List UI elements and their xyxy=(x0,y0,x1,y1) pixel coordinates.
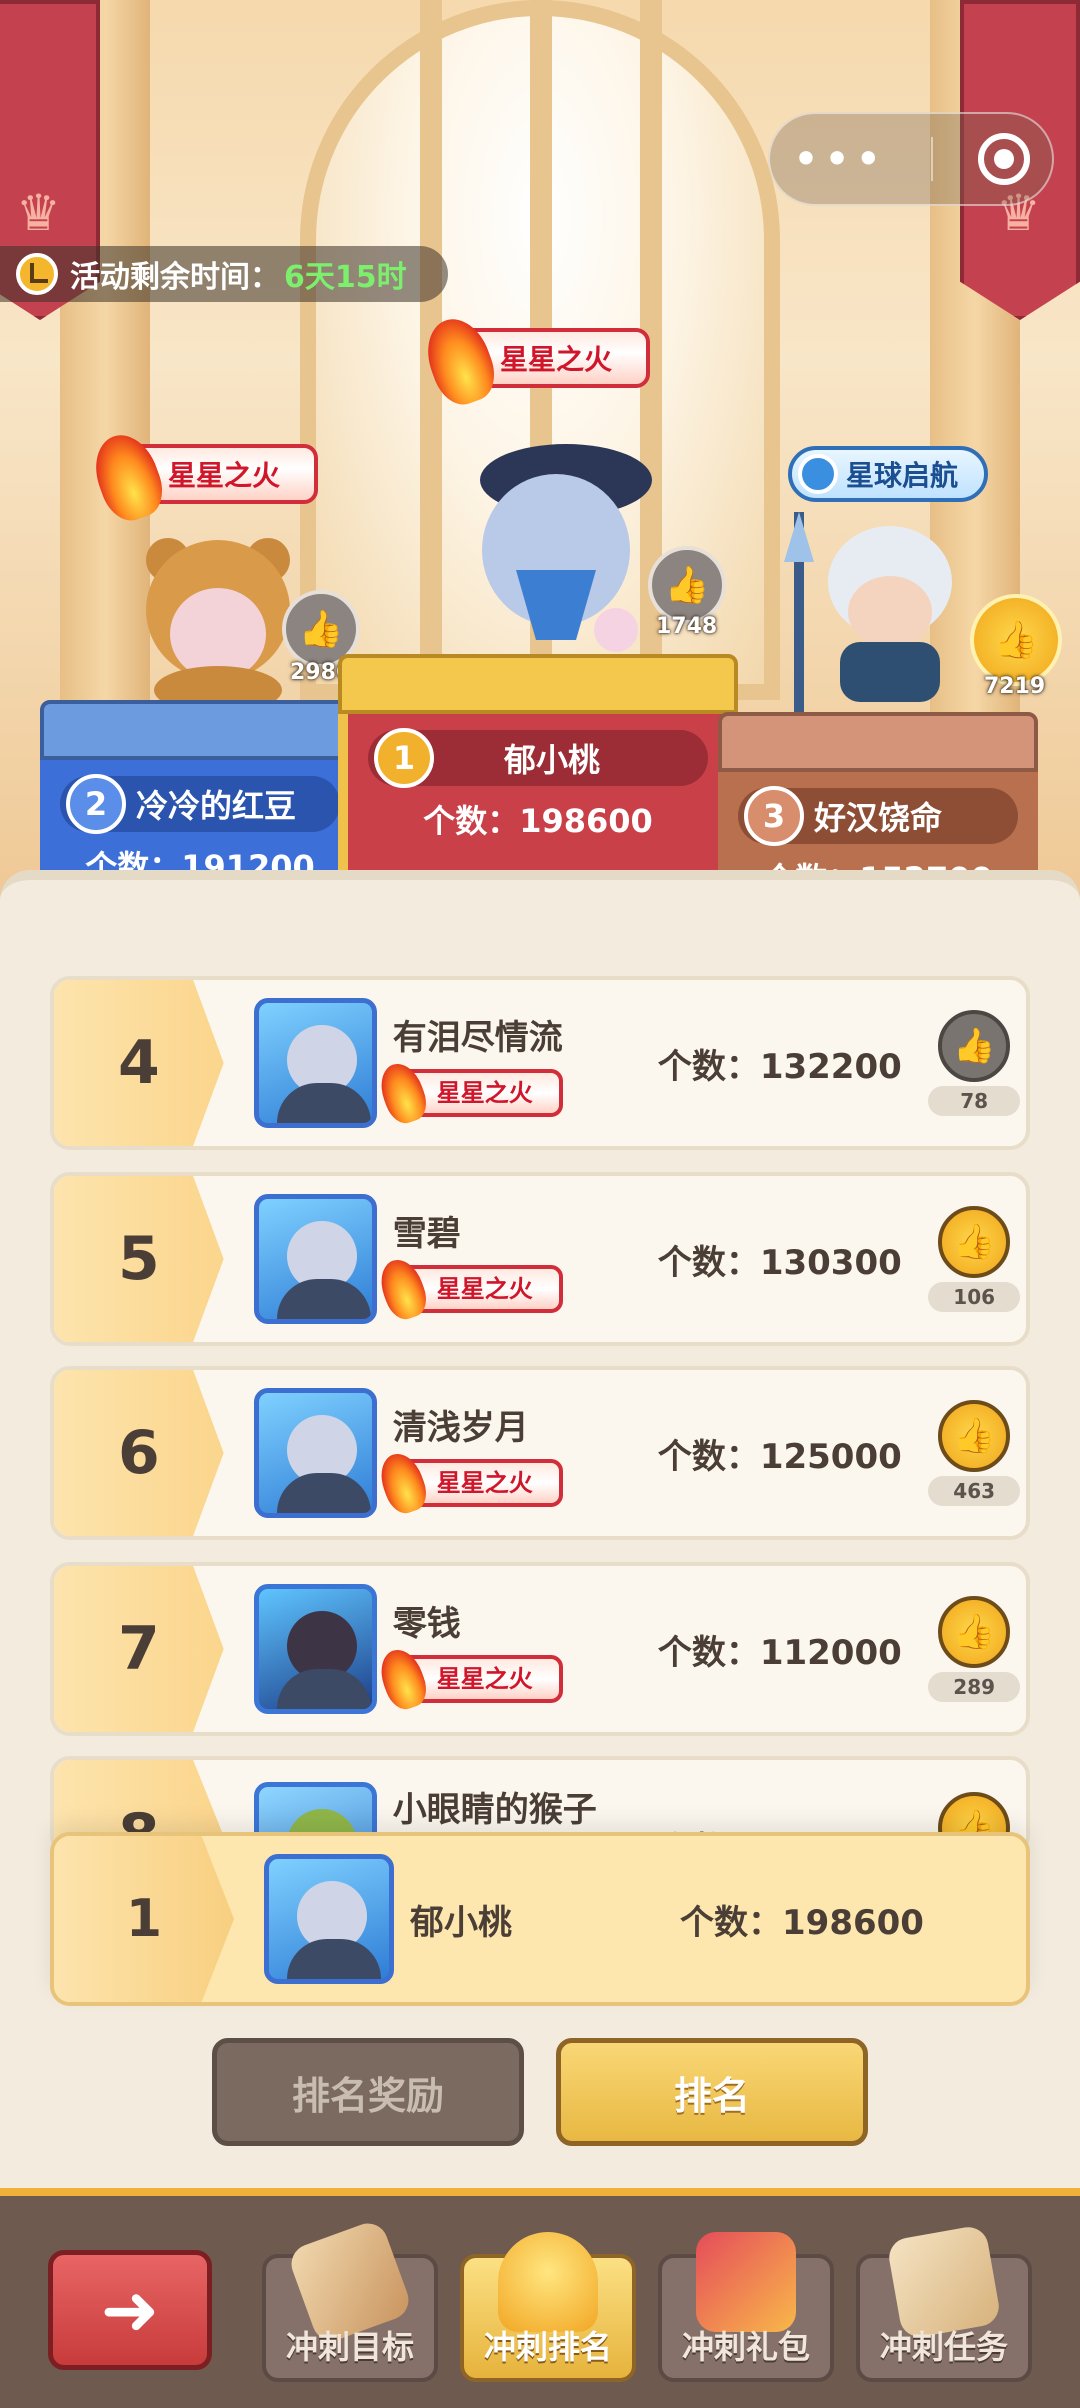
podium-first-name: 郁小桃 xyxy=(504,741,601,779)
close-miniprogram-icon[interactable] xyxy=(977,133,1030,185)
miniprogram-capsule: ••• xyxy=(768,112,1054,206)
like-thumb-icon[interactable]: 👍 xyxy=(938,1596,1011,1668)
like-button-first[interactable]: 👍 xyxy=(648,546,726,624)
flame-badge: 星星之火 xyxy=(392,1654,563,1703)
player-name: 清浅岁月 xyxy=(392,1407,529,1448)
like-count: 463 xyxy=(928,1476,1021,1506)
badge-label: 星星之火 xyxy=(500,343,613,376)
nav-label: 冲刺排名 xyxy=(483,2328,612,2366)
my-avatar xyxy=(264,1854,394,1984)
rank-medal-third: 3 xyxy=(744,786,804,846)
player-avatar[interactable] xyxy=(253,1388,377,1518)
ranking-row: 6 清浅岁月 星星之火 个数：125000 👍 463 xyxy=(50,1366,1030,1540)
rank-number: 4 xyxy=(54,980,224,1146)
player-avatar[interactable] xyxy=(253,998,377,1128)
player-name: 小眼睛的猴子 xyxy=(392,1790,597,1830)
rank-medal-first: 1 xyxy=(374,728,434,788)
player-count: 个数：112000 xyxy=(657,1632,902,1673)
my-rank-row: 1 郁小桃 个数：198600 xyxy=(50,1832,1030,2006)
player-name: 雪碧 xyxy=(392,1213,461,1254)
clock-icon xyxy=(16,253,58,295)
podium-second-badge: 星星之火 xyxy=(85,426,319,528)
rank-number: 7 xyxy=(54,1566,224,1732)
flame-badge: 星星之火 xyxy=(392,1264,563,1313)
badge-label: 星球启航 xyxy=(846,459,959,492)
ranking-row: 7 零钱 星星之火 个数：112000 👍 289 xyxy=(50,1562,1030,1736)
more-icon[interactable]: ••• xyxy=(792,136,885,182)
back-arrow-icon: ➜ xyxy=(100,2269,160,2351)
my-name: 郁小桃 xyxy=(410,1902,512,1943)
back-button[interactable]: ➜ xyxy=(48,2250,212,2370)
podium-first-badge: 星星之火 xyxy=(417,310,651,412)
player-count: 个数：125000 xyxy=(657,1436,902,1477)
nav-sprint-target[interactable]: 冲刺目标 xyxy=(262,2217,438,2382)
like-count: 106 xyxy=(928,1282,1021,1312)
blue-hair-character xyxy=(456,440,656,670)
likes-third: 7219 xyxy=(984,674,1046,699)
likes-first: 1748 xyxy=(656,614,718,639)
podium-third-name: 好汉饶命 xyxy=(814,799,943,837)
like-thumb-icon[interactable]: 👍 xyxy=(938,1206,1011,1278)
nav-label: 冲刺任务 xyxy=(879,2328,1008,2366)
nav-sprint-task[interactable]: 冲刺任务 xyxy=(856,2224,1032,2382)
gift-icon xyxy=(696,2232,796,2332)
rank-medal-second: 2 xyxy=(66,774,126,834)
timer-label: 活动剩余时间： xyxy=(70,260,280,295)
bottom-nav-bar: ➜ 冲刺目标 冲刺排名 冲刺礼包 冲刺任务 xyxy=(0,2188,1080,2408)
podium-second-name: 冷冷的红豆 xyxy=(136,787,297,825)
rank-number: 6 xyxy=(54,1370,224,1536)
my-rank-number: 1 xyxy=(54,1836,234,2002)
flame-badge: 星星之火 xyxy=(392,1068,563,1117)
nav-label: 冲刺目标 xyxy=(285,2328,414,2366)
my-count: 个数：198600 xyxy=(680,1902,924,1943)
badge-label: 星星之火 xyxy=(168,459,281,492)
player-name: 有泪尽情流 xyxy=(392,1017,563,1058)
podium-third-badge: 星球启航 xyxy=(788,446,989,502)
player-avatar[interactable] xyxy=(253,1194,377,1324)
spear-knight-character xyxy=(780,512,970,712)
timer-value: 6天15时 xyxy=(284,260,407,295)
like-button-third[interactable]: 👍 xyxy=(970,594,1062,686)
ranking-row: 4 有泪尽情流 星星之火 个数：132200 👍 78 xyxy=(50,976,1030,1150)
like-count: 289 xyxy=(928,1672,1021,1702)
like-thumb-icon[interactable]: 👍 xyxy=(938,1400,1011,1472)
capsule-divider xyxy=(930,137,933,181)
player-count: 个数：132200 xyxy=(657,1046,902,1087)
like-count: 78 xyxy=(928,1086,1021,1116)
flame-badge: 星星之火 xyxy=(392,1458,563,1507)
ranking-row: 5 雪碧 星星之火 个数：130300 👍 106 xyxy=(50,1172,1030,1346)
podium-first-count: 个数：198600 xyxy=(423,802,653,840)
tab-ranking-reward[interactable]: 排名奖励 xyxy=(212,2038,524,2146)
nav-sprint-ranking[interactable]: 冲刺排名 xyxy=(460,2232,636,2382)
rank-number: 5 xyxy=(54,1176,224,1342)
nav-sprint-gift[interactable]: 冲刺礼包 xyxy=(658,2232,834,2382)
nav-label: 冲刺礼包 xyxy=(681,2328,810,2366)
bear-hood-character xyxy=(138,530,298,714)
activity-timer: 活动剩余时间： 6天15时 xyxy=(0,246,448,302)
player-avatar[interactable] xyxy=(253,1584,377,1714)
tab-ranking[interactable]: 排名 xyxy=(556,2038,868,2146)
like-thumb-icon[interactable]: 👍 xyxy=(938,1010,1011,1082)
planet-icon xyxy=(798,454,838,494)
trophy-icon xyxy=(498,2232,598,2332)
player-count: 个数：130300 xyxy=(657,1242,902,1283)
player-name: 零钱 xyxy=(392,1603,461,1644)
